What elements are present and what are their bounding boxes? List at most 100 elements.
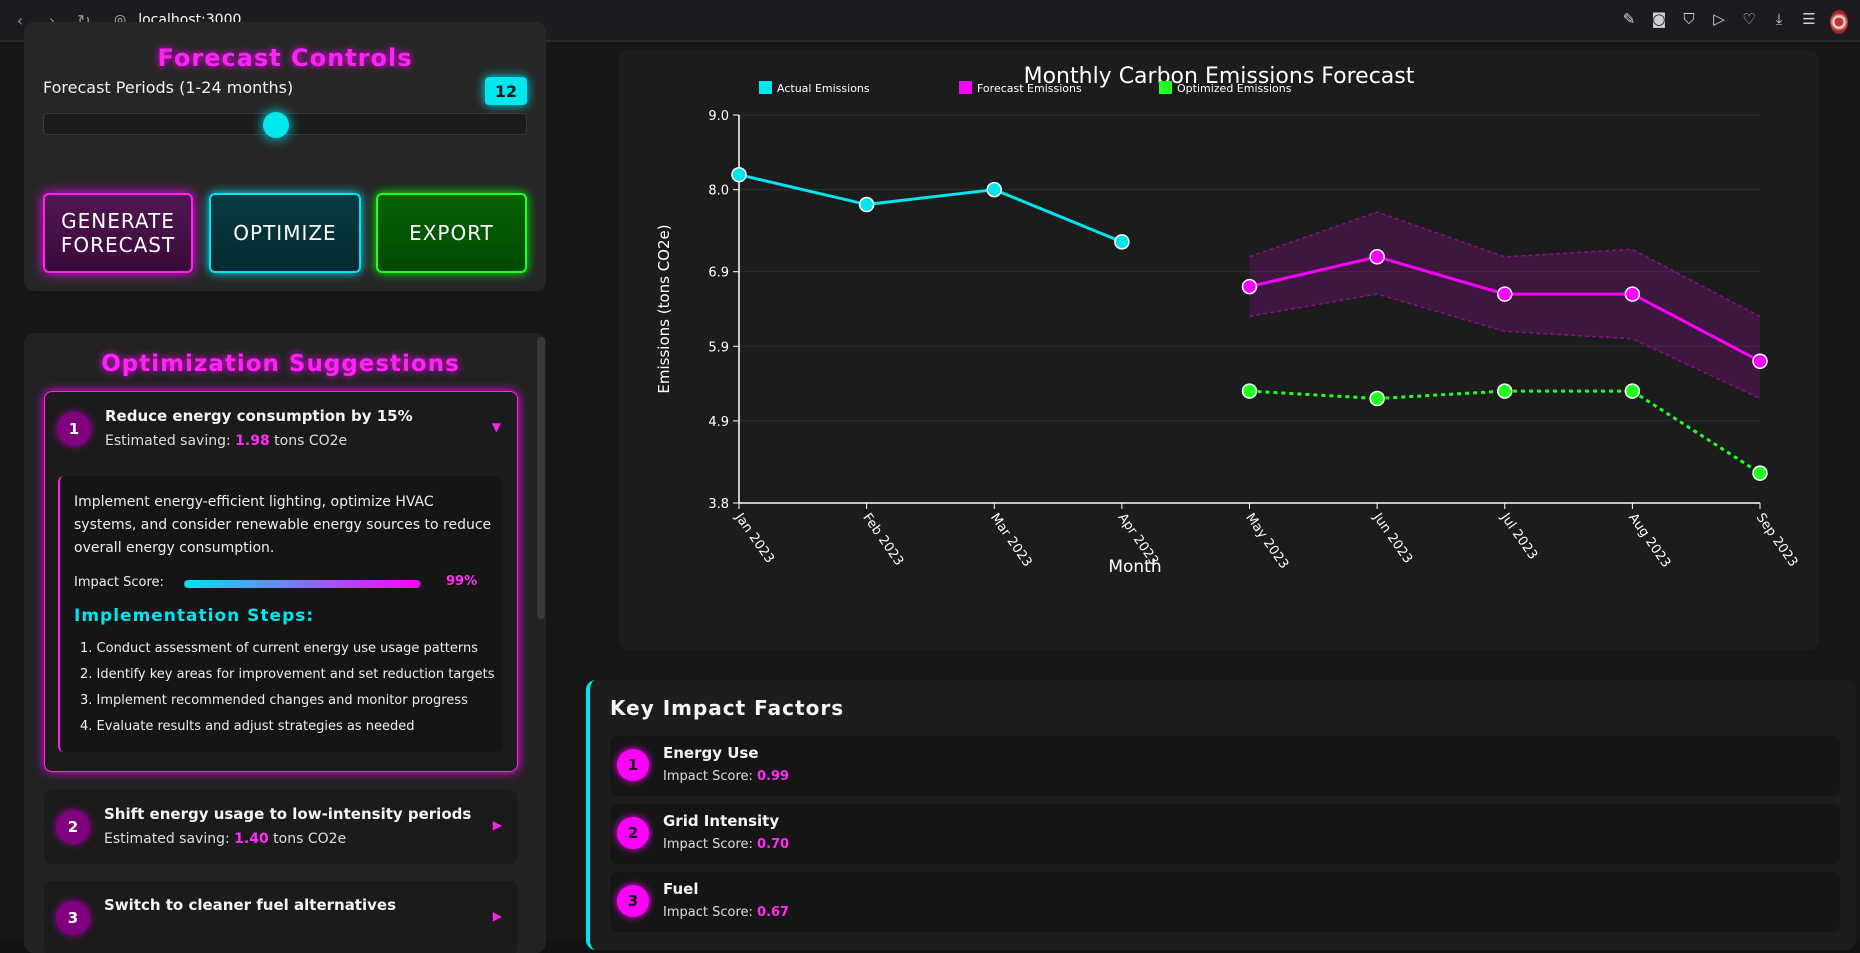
scrollbar[interactable]	[537, 337, 545, 619]
optimization-title: Optimization Suggestions	[101, 351, 460, 377]
x-axis-label: Month	[1108, 557, 1161, 577]
edit-icon[interactable]: ✎	[1620, 10, 1638, 34]
y-axis-label: Emissions (tons CO2e)	[655, 224, 673, 393]
factor-score: Impact Score: 0.99	[663, 769, 789, 784]
forecast-periods-label: Forecast Periods (1-24 months)	[43, 78, 294, 97]
forecast-emissions-point	[1241, 278, 1258, 295]
saving-prefix: Estimated saving:	[104, 831, 230, 847]
x-tick-label: Jan 2023	[731, 510, 777, 566]
impact-score-label: Impact Score:	[74, 575, 164, 590]
y-tick-label: 3.8	[708, 497, 729, 512]
x-tick-label: May 2023	[1242, 511, 1291, 572]
emissions-chart-card: Monthly Carbon Emissions Forecast Actual …	[619, 50, 1819, 650]
suggestion-number: 2	[56, 810, 90, 844]
y-tick-label: 4.9	[708, 415, 729, 430]
factor-score: Impact Score: 0.70	[663, 837, 789, 852]
confidence-band	[1249, 212, 1760, 399]
impact-factor: 2 Grid Intensity Impact Score: 0.70	[610, 804, 1840, 864]
optimized-emissions-line	[1249, 389, 1761, 475]
implementation-steps-list: 1. Conduct assessment of current energy …	[80, 636, 495, 740]
optimization-suggestions-card: Optimization Suggestions 1 Reduce energy…	[24, 333, 546, 953]
x-tick-label: Mar 2023	[987, 511, 1035, 570]
key-impact-factors-card: Key Impact Factors 1 Energy Use Impact S…	[586, 680, 1856, 950]
controls-title: Forecast Controls	[157, 44, 413, 72]
x-tick-label: Jul 2023	[1497, 510, 1540, 563]
camera-icon[interactable]: ◙	[1650, 10, 1668, 34]
chevron-right-icon[interactable]: ▶	[493, 818, 502, 832]
suggestion-item[interactable]: 3 Switch to cleaner fuel alternatives ▶	[44, 881, 518, 953]
factor-number: 2	[617, 817, 649, 849]
forecast-controls-card: Forecast Controls Forecast Periods (1-24…	[24, 22, 546, 291]
suggestion-saving: Estimated saving: 1.40 tons CO2e	[104, 831, 346, 847]
suggestion-number: 1	[57, 412, 91, 446]
forecast-periods-value: 12	[485, 77, 527, 105]
legend-label: Optimized Emissions	[1177, 82, 1292, 95]
forecast-emissions-point	[1624, 286, 1641, 302]
factor-number: 3	[617, 885, 649, 917]
suggestion-number: 3	[56, 901, 90, 935]
factor-number: 1	[617, 749, 649, 781]
factor-name: Fuel	[663, 880, 699, 898]
impact-factor: 1 Energy Use Impact Score: 0.99	[610, 736, 1840, 796]
saving-value: 1.40	[234, 831, 269, 847]
optimized-emissions-point	[1369, 390, 1385, 407]
x-tick-label: Sep 2023	[1753, 511, 1801, 570]
play-icon[interactable]: ▷	[1710, 10, 1728, 34]
factor-score: Impact Score: 0.67	[663, 905, 789, 920]
heart-icon[interactable]: ♡	[1740, 10, 1758, 34]
optimized-emissions-point	[1241, 383, 1258, 399]
suggestion-title: Reduce energy consumption by 15%	[105, 407, 413, 425]
x-tick-label: Jun 2023	[1369, 510, 1415, 567]
optimized-emissions-point	[1752, 465, 1768, 481]
saving-value: 1.98	[235, 433, 270, 449]
step-item: 3. Implement recommended changes and mon…	[80, 693, 468, 708]
forecast-emissions-point	[1369, 249, 1385, 265]
left-column: Forecast Controls Forecast Periods (1-24…	[0, 22, 565, 953]
generate-forecast-button[interactable]: GENERATE FORECAST	[43, 193, 193, 273]
menu-icon[interactable]: ☰	[1800, 10, 1818, 34]
optimized-emissions-point	[1624, 383, 1641, 399]
score-value: 0.99	[757, 769, 790, 784]
saving-suffix: tons CO2e	[274, 433, 348, 449]
forecast-periods-slider[interactable]	[43, 112, 527, 138]
shield-icon[interactable]: ⛉	[1680, 10, 1698, 34]
x-tick-label: Feb 2023	[859, 511, 906, 569]
suggestion-item[interactable]: 2 Shift energy usage to low-intensity pe…	[44, 790, 518, 864]
chevron-down-icon[interactable]: ▼	[492, 420, 501, 434]
actual-emissions-line	[738, 173, 1123, 244]
optimized-emissions-point	[1497, 383, 1513, 399]
optimize-button[interactable]: OPTIMIZE	[209, 193, 361, 273]
forecast-emissions-point	[1752, 353, 1768, 369]
download-icon[interactable]: ⤓	[1770, 10, 1788, 34]
actual-emissions-point	[858, 196, 875, 213]
actual-emissions-point	[731, 166, 747, 183]
y-tick-label: 6.9	[708, 266, 729, 281]
legend-label: Forecast Emissions	[977, 82, 1082, 95]
suggestion-detail: Implement energy-efficient lighting, opt…	[58, 476, 503, 752]
implementation-steps-title: Implementation Steps:	[74, 606, 315, 626]
legend-label: Actual Emissions	[777, 82, 870, 95]
y-tick-label: 5.9	[708, 340, 729, 355]
saving-suffix: tons CO2e	[273, 831, 347, 847]
factor-name: Grid Intensity	[663, 812, 780, 830]
suggestion-item[interactable]: 1 Reduce energy consumption by 15% Estim…	[44, 391, 518, 772]
score-label: Impact Score:	[663, 837, 753, 852]
avatar[interactable]	[1830, 10, 1848, 34]
suggestion-title: Shift energy usage to low-intensity peri…	[104, 805, 472, 823]
actual-emissions-point	[1114, 234, 1130, 250]
chevron-right-icon[interactable]: ▶	[493, 909, 502, 923]
step-item: 1. Conduct assessment of current energy …	[80, 641, 479, 656]
export-button[interactable]: EXPORT	[376, 193, 527, 273]
score-value: 0.70	[757, 837, 790, 852]
score-label: Impact Score:	[663, 769, 753, 784]
impact-factor: 3 Fuel Impact Score: 0.67	[610, 872, 1840, 932]
factor-name: Energy Use	[663, 744, 759, 762]
slider-thumb[interactable]	[263, 112, 290, 138]
score-value: 0.67	[757, 905, 790, 920]
legend-swatch	[759, 81, 772, 94]
step-item: 2. Identify key areas for improvement an…	[80, 667, 495, 682]
emissions-chart: Monthly Carbon Emissions ForecastActual …	[655, 64, 1801, 577]
impact-score-fill	[184, 580, 420, 588]
app-page: Forecast Controls Forecast Periods (1-24…	[0, 22, 1860, 953]
suggestion-saving: Estimated saving: 1.98 tons CO2e	[105, 433, 347, 449]
